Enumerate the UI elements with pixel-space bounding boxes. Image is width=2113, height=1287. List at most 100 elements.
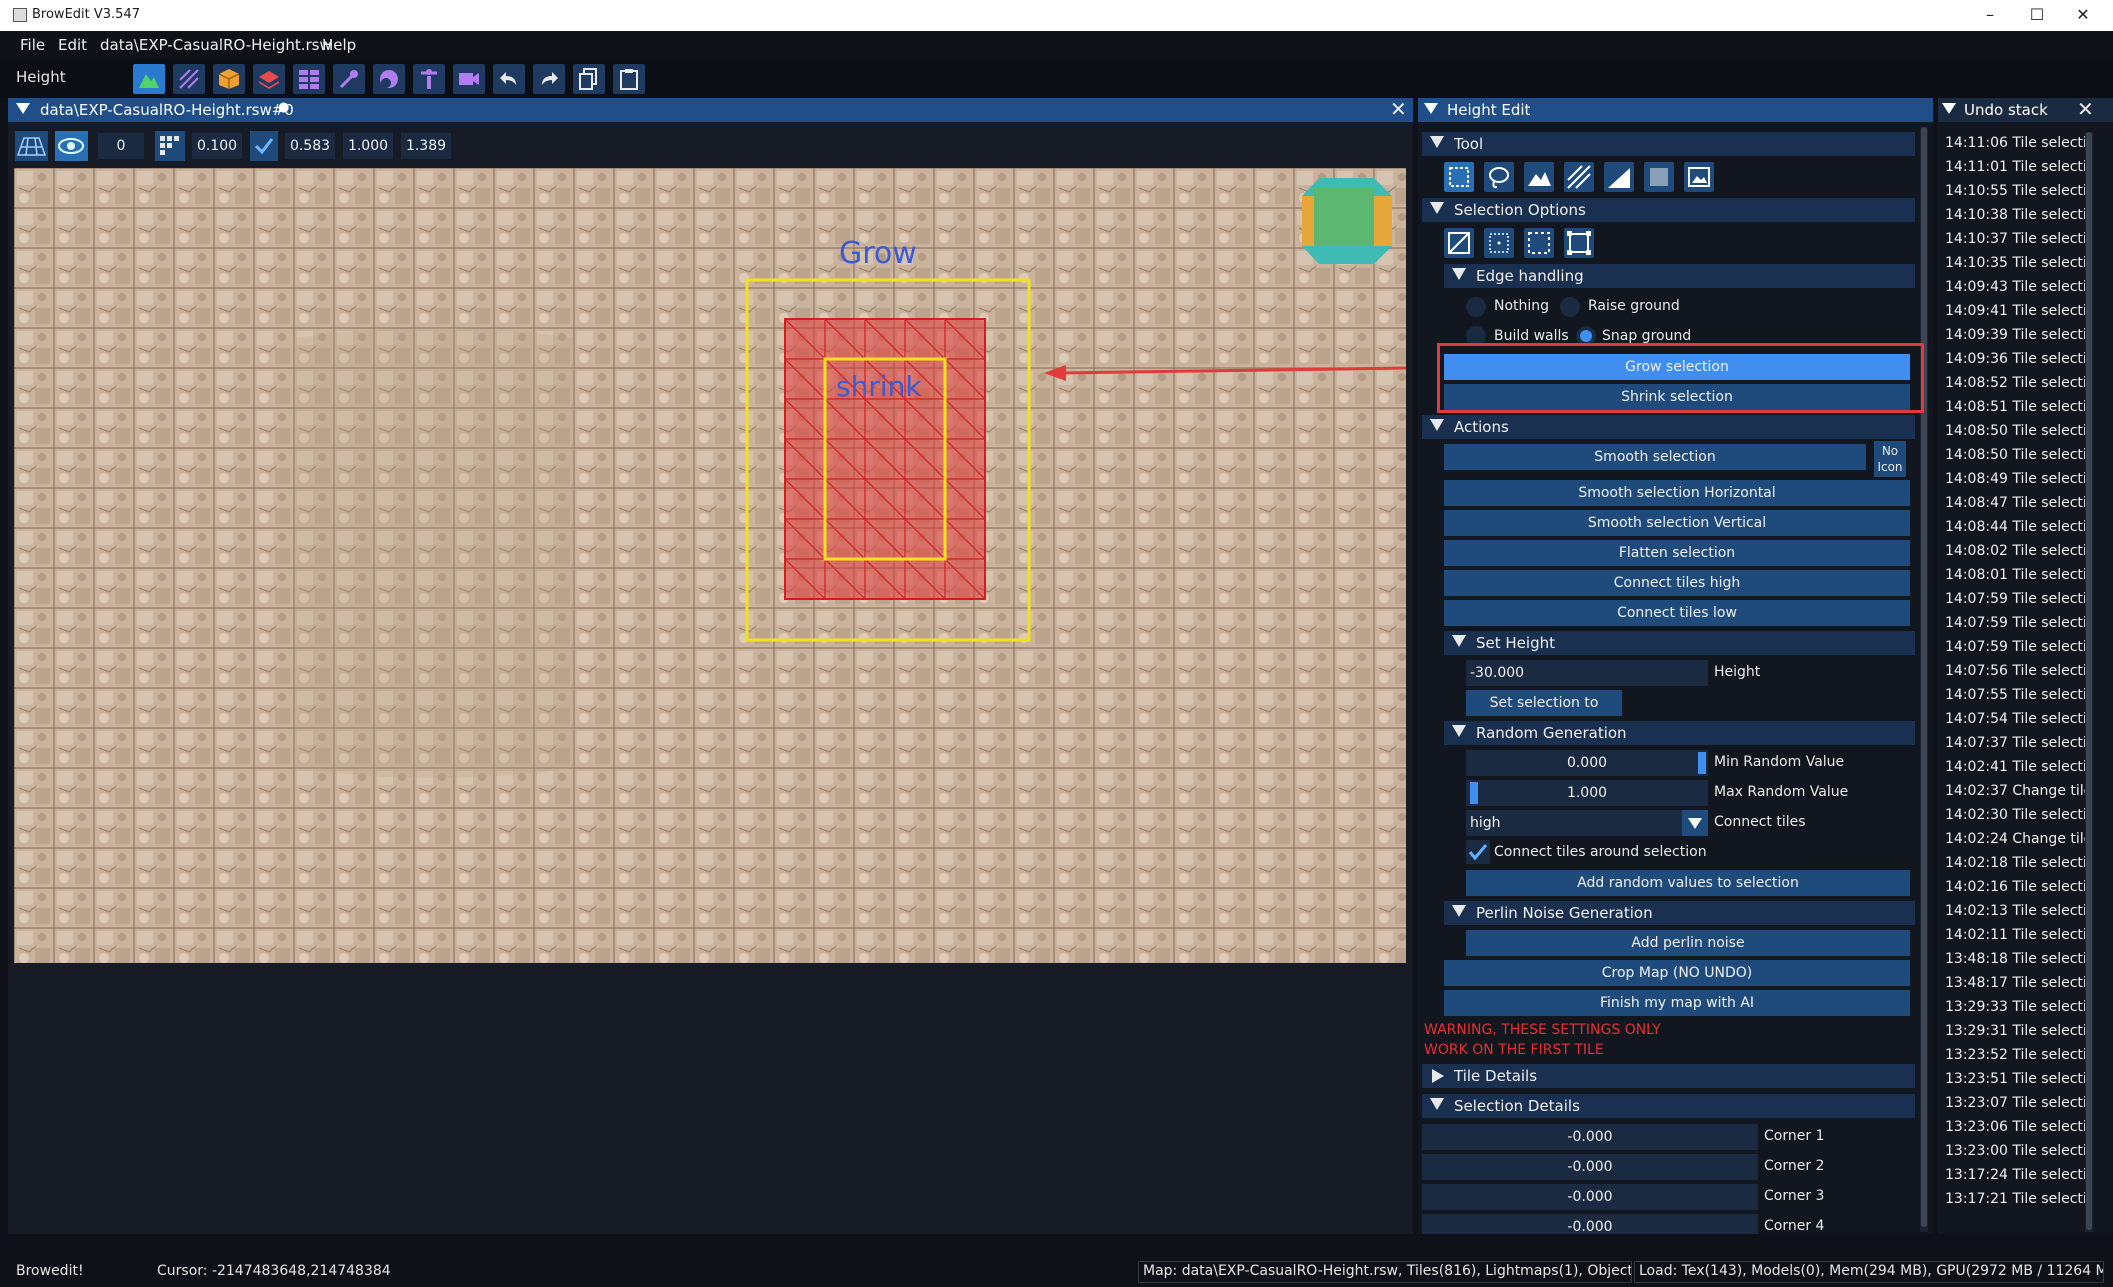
undo-list-item[interactable]: 14:08:47 Tile selection — [1945, 495, 2085, 511]
crop-map-button[interactable]: Crop Map (NO UNDO) — [1444, 960, 1910, 986]
close-undo-panel-icon[interactable]: ✕ — [2077, 97, 2094, 121]
close-window-button[interactable]: ✕ — [2063, 3, 2103, 27]
height-mode-button[interactable] — [133, 64, 165, 94]
menu-help[interactable]: Help — [322, 36, 356, 54]
menu-file[interactable]: File — [20, 36, 45, 54]
corner-2-input[interactable]: -0.000 — [1422, 1154, 1758, 1180]
no-icon-button[interactable]: No Icon — [1874, 441, 1906, 477]
min-random-slider[interactable]: 0.000 — [1466, 750, 1708, 776]
orientation-gizmo[interactable] — [1302, 178, 1392, 264]
set-selection-to-height-button[interactable]: Set selection to height — [1466, 690, 1622, 737]
undo-list-item[interactable]: 14:02:37 Change tile — [1945, 783, 2085, 799]
undo-list-item[interactable]: 14:08:52 Tile selection — [1945, 375, 2085, 391]
undo-list-item[interactable]: 14:11:01 Tile selection — [1945, 159, 2085, 175]
undo-list-item[interactable]: 13:29:31 Tile selection — [1945, 1023, 2085, 1039]
shadow-mode-button[interactable] — [373, 64, 405, 94]
add-random-values-button[interactable]: Add random values to selection — [1466, 870, 1910, 896]
undo-list-item[interactable]: 14:10:38 Tile selection — [1945, 207, 2085, 223]
undo-list-item[interactable]: 13:29:33 Tile selection — [1945, 999, 2085, 1015]
smooth-selection-button[interactable]: Smooth selection — [1444, 444, 1866, 470]
redo-button[interactable] — [533, 64, 565, 94]
texture-select-tool[interactable] — [1564, 162, 1594, 192]
slider-thumb[interactable] — [1470, 782, 1478, 804]
value-field-1[interactable]: 0.583 — [285, 133, 335, 159]
menu-map[interactable]: data\EXP-CasualRO-Height.rsw — [100, 36, 332, 54]
undo-list-item[interactable]: 14:02:13 Tile selection — [1945, 903, 2085, 919]
collapse-icon[interactable] — [1424, 103, 1438, 114]
undo-list-item[interactable]: 14:11:06 Tile selection — [1945, 135, 2085, 151]
undo-list-item[interactable]: 14:08:51 Tile selection — [1945, 399, 2085, 415]
undo-list-item[interactable]: 13:48:17 Tile selection — [1945, 975, 2085, 991]
undo-list-item[interactable]: 14:07:55 Tile selection — [1945, 687, 2085, 703]
maximize-button[interactable]: ☐ — [2017, 3, 2057, 27]
magic-wand-tool[interactable] — [1524, 162, 1554, 192]
undo-list-item[interactable]: 14:07:59 Tile selection — [1945, 639, 2085, 655]
undo-list-item[interactable]: 14:07:59 Tile selection — [1945, 615, 2085, 631]
collapse-icon[interactable] — [1942, 103, 1956, 114]
flatten-selection-button[interactable]: Flatten selection — [1444, 540, 1910, 566]
texture-mode-button[interactable] — [173, 64, 205, 94]
edge-nothing-radio[interactable] — [1466, 297, 1486, 317]
gat-mode-button[interactable] — [293, 64, 325, 94]
value-field-2[interactable]: 1.000 — [343, 133, 393, 159]
collapse-icon[interactable] — [16, 103, 30, 114]
undo-list-item[interactable]: 14:09:41 Tile selection — [1945, 303, 2085, 319]
selection-options-header[interactable]: Selection Options — [1422, 198, 1915, 222]
undo-list-item[interactable]: 14:08:50 Tile selection — [1945, 447, 2085, 463]
paste-button[interactable] — [613, 64, 645, 94]
minimize-button[interactable]: – — [1970, 3, 2010, 27]
undo-list-item[interactable]: 13:23:06 Tile selection — [1945, 1119, 2085, 1135]
random-generation-header[interactable]: Random Generation — [1444, 721, 1915, 745]
grow-selection-button[interactable]: Grow selection — [1444, 354, 1910, 380]
undo-list-item[interactable]: 14:09:43 Tile selection — [1945, 279, 2085, 295]
finish-map-ai-button[interactable]: Finish my map with AI — [1444, 990, 1910, 1016]
select-border-button[interactable] — [1564, 228, 1594, 258]
slope-select-tool[interactable] — [1604, 162, 1634, 192]
undo-button[interactable] — [493, 64, 525, 94]
max-random-slider[interactable]: 1.000 — [1466, 780, 1708, 806]
invert-selection-button[interactable] — [1524, 228, 1554, 258]
copy-button[interactable] — [573, 64, 605, 94]
perlin-noise-header[interactable]: Perlin Noise Generation — [1444, 901, 1915, 925]
3d-viewport[interactable]: Grow shrink — [14, 168, 1406, 963]
map-tab-title[interactable]: data\EXP-CasualRO-Height.rsw#0 — [40, 101, 294, 119]
chevron-down-icon[interactable] — [1682, 810, 1708, 836]
undo-list-item[interactable]: 13:17:21 Tile selection — [1945, 1191, 2085, 1207]
undo-stack-scrollbar[interactable] — [2085, 132, 2093, 1232]
undo-list-item[interactable]: 13:23:52 Tile selection — [1945, 1047, 2085, 1063]
corner-1-input[interactable]: -0.000 — [1422, 1124, 1758, 1150]
tile-details-header[interactable]: Tile Details — [1422, 1064, 1915, 1088]
edge-raise-radio[interactable] — [1560, 297, 1580, 317]
undo-list-item[interactable]: 13:48:18 Tile selection — [1945, 951, 2085, 967]
undo-list-item[interactable]: 14:09:39 Tile selection — [1945, 327, 2085, 343]
slider-thumb[interactable] — [1698, 752, 1706, 774]
undo-list-item[interactable]: 14:08:02 Tile selection — [1945, 543, 2085, 559]
undo-list-item[interactable]: 14:02:24 Change tile — [1945, 831, 2085, 847]
undo-list-item[interactable]: 14:08:50 Tile selection — [1945, 423, 2085, 439]
set-height-header[interactable]: Set Height — [1444, 631, 1915, 655]
select-all-button[interactable] — [1484, 228, 1514, 258]
lasso-select-tool[interactable] — [1484, 162, 1514, 192]
rect-select-tool[interactable] — [1444, 162, 1474, 192]
undo-list-item[interactable]: 14:02:18 Tile selection — [1945, 855, 2085, 871]
smooth-vertical-button[interactable]: Smooth selection Vertical — [1444, 510, 1910, 536]
undo-list-item[interactable]: 14:10:35 Tile selection — [1945, 255, 2085, 271]
undo-list-item[interactable]: 13:23:07 Tile selection — [1945, 1095, 2085, 1111]
grid-snap-button[interactable] — [155, 131, 185, 161]
selection-details-header[interactable]: Selection Details — [1422, 1094, 1915, 1118]
cinematic-mode-button[interactable] — [453, 64, 485, 94]
color-mode-button[interactable] — [333, 64, 365, 94]
shrink-selection-button[interactable]: Shrink selection — [1444, 384, 1910, 410]
undo-list-item[interactable]: 13:23:51 Tile selection — [1945, 1071, 2085, 1087]
undo-list-item[interactable]: 14:08:49 Tile selection — [1945, 471, 2085, 487]
connect-high-button[interactable]: Connect tiles high — [1444, 570, 1910, 596]
undo-list-item[interactable]: 14:02:11 Tile selection — [1945, 927, 2085, 943]
undo-list-item[interactable]: 14:10:55 Tile selection — [1945, 183, 2085, 199]
tool-section-header[interactable]: Tool — [1422, 132, 1915, 156]
undo-list-item[interactable]: 13:23:00 Tile selection — [1945, 1143, 2085, 1159]
undo-list-item[interactable]: 14:07:56 Tile selection — [1945, 663, 2085, 679]
visibility-toggle-button[interactable] — [55, 131, 88, 161]
undo-list-item[interactable]: 14:10:37 Tile selection — [1945, 231, 2085, 247]
connect-around-checkbox[interactable] — [1466, 840, 1490, 864]
undo-list-item[interactable]: 13:17:24 Tile selection — [1945, 1167, 2085, 1183]
